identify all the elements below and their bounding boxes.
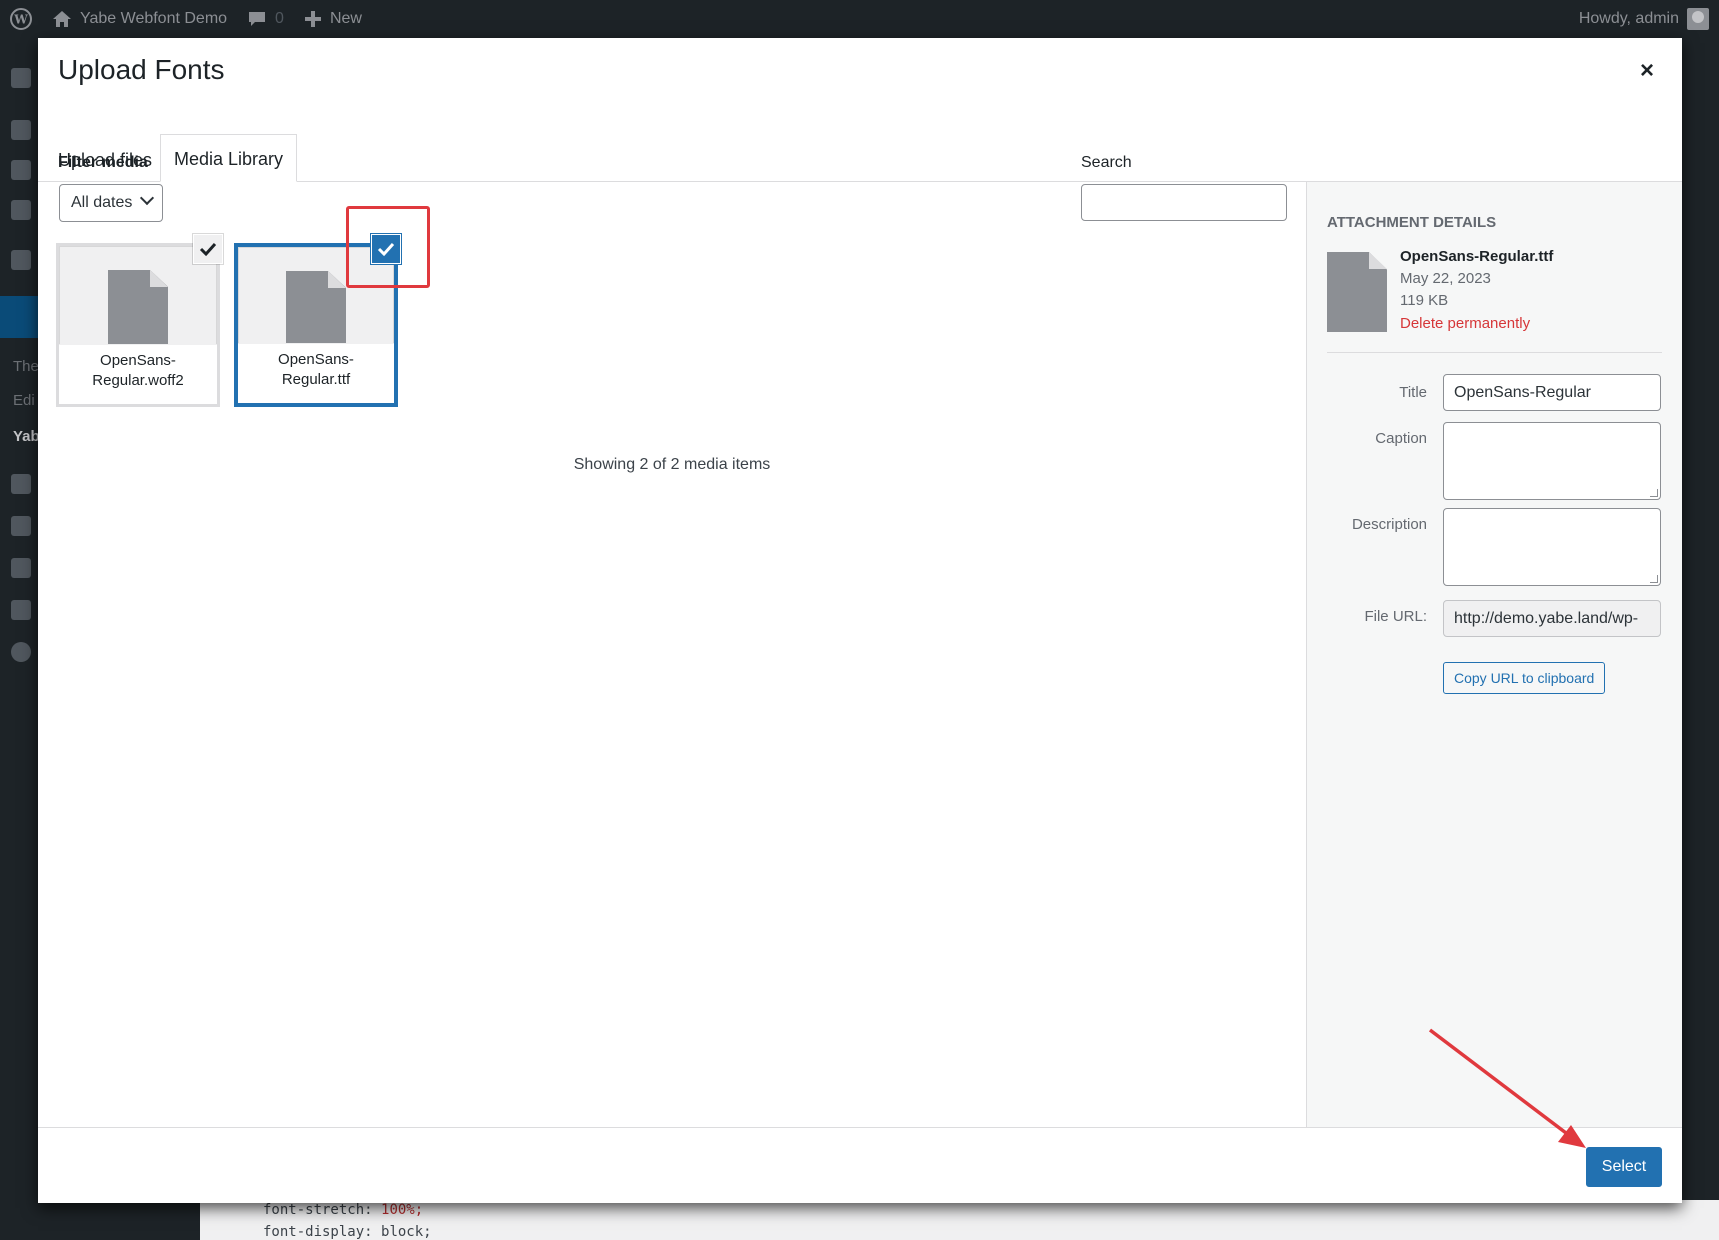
plus-icon <box>304 11 321 27</box>
plugins-icon[interactable] <box>11 474 31 494</box>
svg-text:W: W <box>13 13 28 27</box>
resize-handle[interactable] <box>1650 489 1658 497</box>
close-button[interactable]: × <box>1632 56 1662 86</box>
account-menu[interactable]: Howdy, admin <box>1579 0 1709 38</box>
greeting: Howdy, admin <box>1578 10 1679 27</box>
description-textarea[interactable] <box>1443 508 1661 586</box>
chevron-down-icon <box>139 190 155 206</box>
divider <box>1327 352 1662 353</box>
menu-item-themes[interactable]: The <box>13 358 39 375</box>
modal-toolbar: Select <box>38 1127 1682 1203</box>
users-icon[interactable] <box>11 516 31 536</box>
detail-date: May 22, 2023 <box>1400 270 1491 287</box>
attachment-filename: OpenSans- Regular.ttf <box>238 343 394 403</box>
menu-item-yabe[interactable]: Yab <box>13 428 40 445</box>
settings-icon[interactable] <box>11 600 31 620</box>
caption-textarea[interactable] <box>1443 422 1661 500</box>
deselect-checkbox[interactable] <box>194 235 222 263</box>
attachment-details-sidebar: Attachment Details OpenSans-Regular.ttf … <box>1306 182 1682 1165</box>
copy-url-button[interactable]: Copy URL to clipboard <box>1443 662 1606 694</box>
media-modal: Upload Fonts × Upload files Media Librar… <box>38 38 1682 1203</box>
media-count-text: Showing 2 of 2 media items <box>573 456 771 473</box>
resize-handle[interactable] <box>1650 575 1658 583</box>
attachment-item[interactable]: OpenSans- Regular.woff2 <box>56 243 220 407</box>
router-tabs: Upload files Media Library <box>38 98 1682 182</box>
admin-bar: W Yabe Webfont Demo 0 New Howdy, admin <box>0 0 1719 38</box>
pages-icon[interactable] <box>11 200 31 220</box>
new-label: New <box>329 10 362 27</box>
posts-icon[interactable] <box>11 120 31 140</box>
search-label: Search <box>1081 154 1132 171</box>
modal-title: Upload Fonts <box>58 54 225 85</box>
select-button[interactable]: Select <box>1586 1147 1662 1187</box>
attachment-details-heading: Attachment Details <box>1327 214 1497 231</box>
code-line: font-stretch: 100%; <box>263 1202 424 1218</box>
new-content-link[interactable]: New <box>294 0 372 38</box>
caption-label: Caption <box>1375 430 1427 447</box>
checkmark-icon <box>199 242 217 257</box>
appearance-icon[interactable] <box>0 296 38 338</box>
collapse-menu-icon[interactable] <box>11 642 31 662</box>
title-label: Title <box>1399 384 1427 401</box>
annotation-highlight-box <box>346 206 430 288</box>
admin-menu: The Edi Yab <box>0 38 40 1240</box>
home-icon <box>53 11 71 27</box>
site-name: Yabe Webfont Demo <box>80 10 228 27</box>
file-url-label: File URL: <box>1364 608 1427 625</box>
title-input[interactable]: OpenSans-Regular <box>1443 374 1661 411</box>
media-icon[interactable] <box>11 160 31 180</box>
comments-link[interactable]: 0 <box>237 0 294 38</box>
site-name-link[interactable]: Yabe Webfont Demo <box>42 0 237 38</box>
tools-icon[interactable] <box>11 558 31 578</box>
search-input[interactable] <box>1081 184 1287 221</box>
dashboard-icon[interactable] <box>11 68 31 88</box>
code-line: font-display: block; <box>263 1224 432 1240</box>
comment-icon <box>249 12 266 26</box>
document-fold <box>1369 252 1387 269</box>
attachment-filename: OpenSans- Regular.woff2 <box>59 344 217 404</box>
avatar <box>1687 8 1709 30</box>
filter-media-label: Filter media <box>58 154 148 171</box>
description-label: Description <box>1351 516 1427 533</box>
close-icon: × <box>1639 57 1654 84</box>
comments-menu-icon[interactable] <box>11 250 31 270</box>
date-filter-select[interactable]: All dates <box>59 184 163 222</box>
tab-media-library[interactable]: Media Library <box>160 134 298 182</box>
menu-item-editor[interactable]: Edi <box>13 392 35 409</box>
detail-file-size: 119 KB <box>1400 292 1449 309</box>
detail-filename: OpenSans-Regular.ttf <box>1400 248 1554 265</box>
comments-count: 0 <box>275 10 284 27</box>
wordpress-icon: W <box>10 8 32 30</box>
file-url-input[interactable]: http://demo.yabe.land/wp- <box>1443 600 1661 637</box>
wordpress-logo[interactable]: W <box>0 0 42 38</box>
delete-permanently-link[interactable]: Delete permanently <box>1400 315 1530 332</box>
date-filter-value: All dates <box>71 194 133 211</box>
